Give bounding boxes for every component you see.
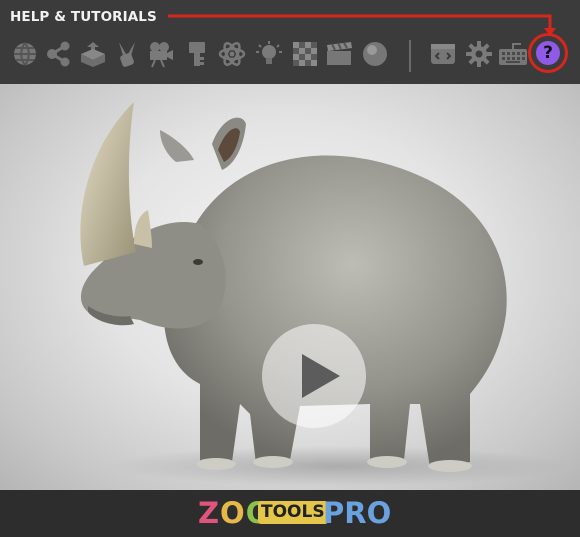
rhino-image [80,102,570,486]
help-question-icon: ? [536,41,560,65]
box-stack-icon[interactable] [79,40,107,68]
clapperboard-icon[interactable] [325,40,353,68]
share-nodes-icon[interactable] [45,40,73,68]
sphere-icon[interactable] [361,40,389,68]
camera-icon[interactable] [147,40,175,68]
code-window-icon[interactable] [429,40,457,68]
play-icon [302,354,340,398]
play-button[interactable] [262,324,366,428]
toolbar-separator [409,40,411,72]
help-button[interactable]: ? [528,33,568,73]
logo-pro: PRO [323,496,392,530]
atom-icon[interactable] [218,40,246,68]
globe-icon[interactable] [11,40,39,68]
key-icon[interactable] [183,40,211,68]
keyboard-icon[interactable] [498,40,528,68]
checker-icon[interactable] [291,40,319,68]
logo-tools: TOOLS [258,501,328,524]
lightbulb-icon[interactable] [255,40,283,68]
help-header: HELP & TUTORIALS ? [0,0,580,84]
footer: ZOO TOOLS PRO [0,490,580,537]
gear-icon[interactable] [465,40,493,68]
video-player[interactable] [0,84,580,490]
multi-tool-icon[interactable] [113,40,141,68]
toolbar [0,36,580,76]
